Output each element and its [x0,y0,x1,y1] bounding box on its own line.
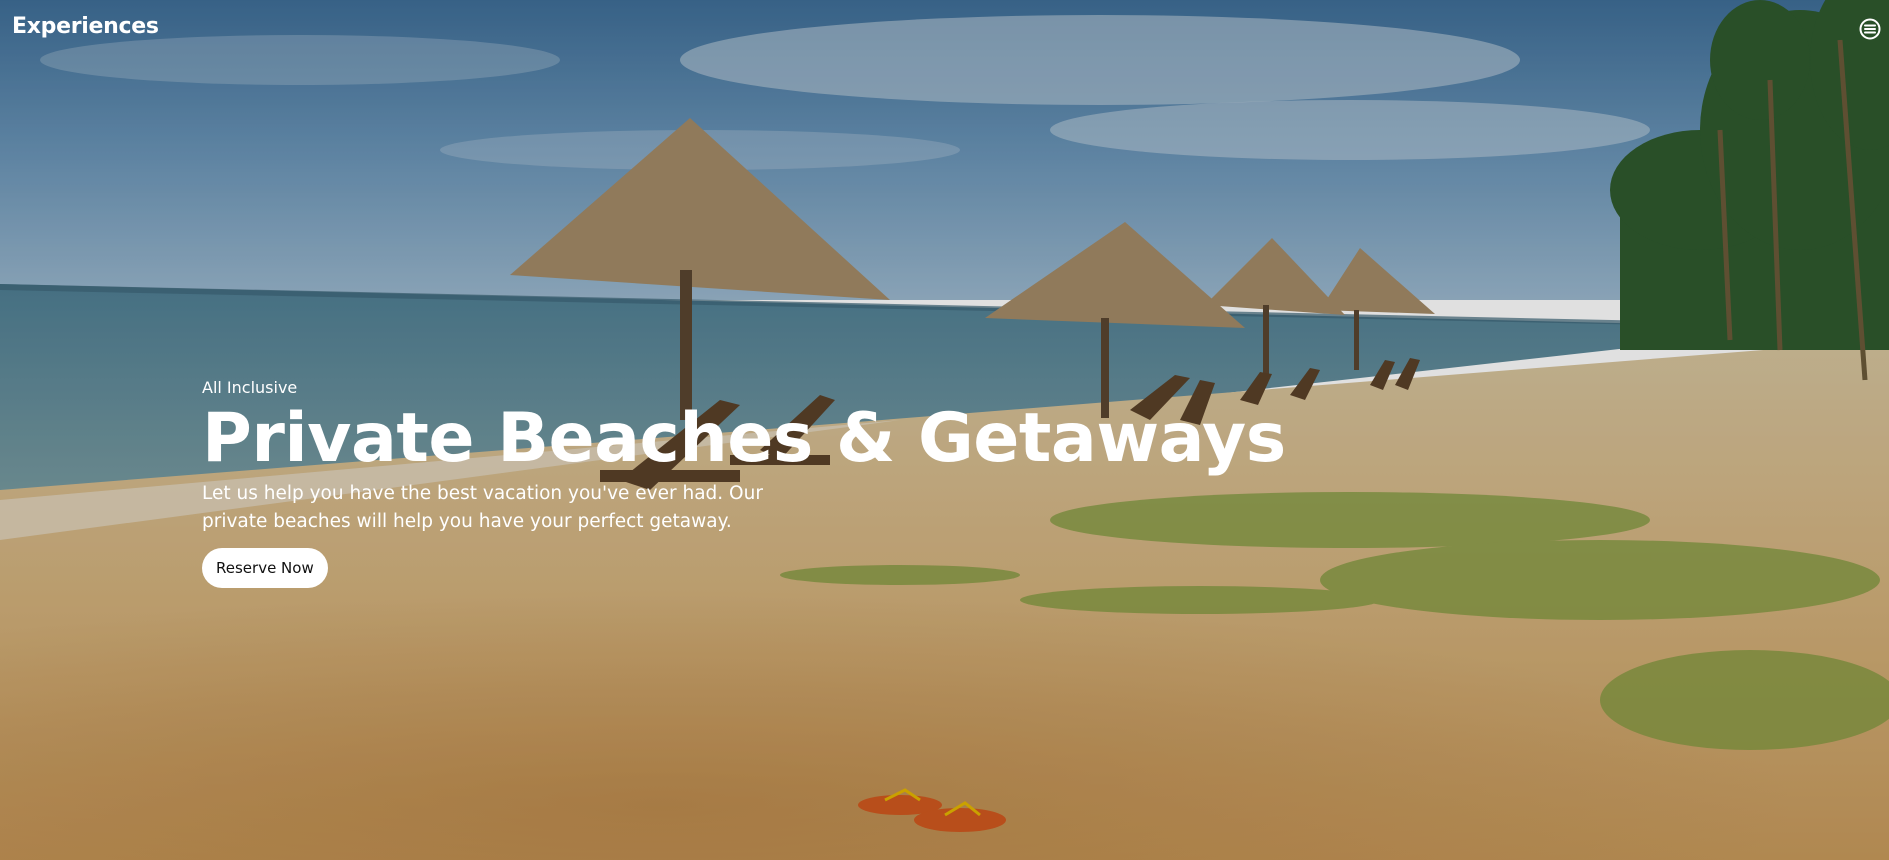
navbar: Experiences [0,0,1889,60]
hero-description: Let us help you have the best vacation y… [202,483,763,532]
brand-logo[interactable]: Experiences [12,14,159,39]
menu-icon[interactable] [1859,18,1881,40]
hero-content: All Inclusive Private Beaches & Getaways… [202,378,1286,588]
hero-section: Experiences All Inclusive Private Beache… [0,0,1889,860]
reserve-now-button[interactable]: Reserve Now [202,548,328,588]
hero-eyebrow: All Inclusive [202,378,298,397]
hero-title: Private Beaches & Getaways [202,399,1286,478]
